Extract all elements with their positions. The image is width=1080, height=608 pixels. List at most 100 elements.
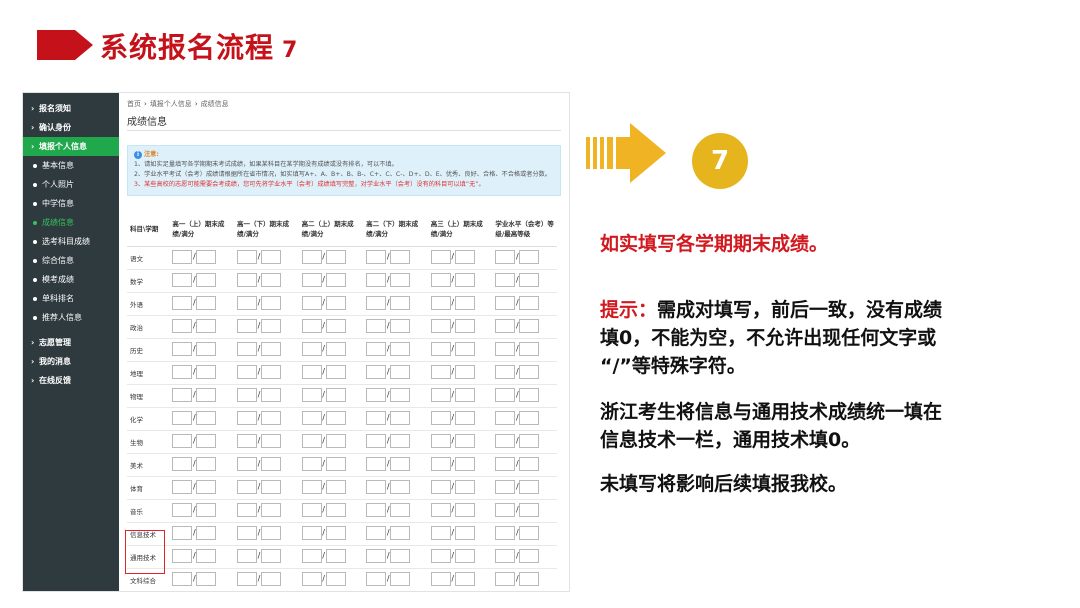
full-score-input[interactable] bbox=[325, 341, 346, 356]
score-input[interactable] bbox=[172, 364, 193, 379]
score-input[interactable] bbox=[495, 525, 516, 540]
full-score-input[interactable] bbox=[454, 479, 475, 494]
full-score-input[interactable] bbox=[196, 456, 217, 471]
full-score-input[interactable] bbox=[325, 272, 346, 287]
score-input[interactable] bbox=[301, 387, 322, 402]
full-score-input[interactable] bbox=[390, 502, 411, 517]
full-score-input[interactable] bbox=[325, 571, 346, 586]
full-score-input[interactable] bbox=[260, 456, 281, 471]
full-score-input[interactable] bbox=[260, 272, 281, 287]
sidebar-item[interactable]: 推荐人信息 bbox=[23, 308, 119, 327]
full-score-input[interactable] bbox=[390, 410, 411, 425]
full-score-input[interactable] bbox=[454, 456, 475, 471]
score-input[interactable] bbox=[172, 410, 193, 425]
full-score-input[interactable] bbox=[390, 364, 411, 379]
full-score-input[interactable] bbox=[325, 456, 346, 471]
score-input[interactable] bbox=[172, 479, 193, 494]
full-score-input[interactable] bbox=[260, 249, 281, 264]
full-score-input[interactable] bbox=[325, 410, 346, 425]
score-input[interactable] bbox=[172, 433, 193, 448]
score-input[interactable] bbox=[366, 525, 387, 540]
full-score-input[interactable] bbox=[260, 387, 281, 402]
full-score-input[interactable] bbox=[519, 502, 540, 517]
full-score-input[interactable] bbox=[390, 387, 411, 402]
full-score-input[interactable] bbox=[519, 341, 540, 356]
full-score-input[interactable] bbox=[196, 525, 217, 540]
score-input[interactable] bbox=[366, 295, 387, 310]
score-input[interactable] bbox=[495, 502, 516, 517]
full-score-input[interactable] bbox=[454, 364, 475, 379]
sidebar-item[interactable]: 选考科目成绩 bbox=[23, 232, 119, 251]
full-score-input[interactable] bbox=[454, 295, 475, 310]
score-input[interactable] bbox=[301, 318, 322, 333]
score-input[interactable] bbox=[366, 249, 387, 264]
score-input[interactable] bbox=[430, 456, 451, 471]
full-score-input[interactable] bbox=[390, 525, 411, 540]
full-score-input[interactable] bbox=[325, 364, 346, 379]
full-score-input[interactable] bbox=[390, 341, 411, 356]
score-input[interactable] bbox=[430, 571, 451, 586]
score-input[interactable] bbox=[495, 341, 516, 356]
score-input[interactable] bbox=[236, 433, 257, 448]
full-score-input[interactable] bbox=[519, 410, 540, 425]
full-score-input[interactable] bbox=[325, 295, 346, 310]
score-input[interactable] bbox=[430, 410, 451, 425]
score-input[interactable] bbox=[236, 318, 257, 333]
score-input[interactable] bbox=[236, 525, 257, 540]
score-input[interactable] bbox=[301, 364, 322, 379]
score-input[interactable] bbox=[495, 295, 516, 310]
full-score-input[interactable] bbox=[454, 318, 475, 333]
full-score-input[interactable] bbox=[519, 249, 540, 264]
score-input[interactable] bbox=[172, 295, 193, 310]
full-score-input[interactable] bbox=[260, 479, 281, 494]
full-score-input[interactable] bbox=[196, 272, 217, 287]
sidebar-item[interactable]: 个人照片 bbox=[23, 175, 119, 194]
full-score-input[interactable] bbox=[519, 548, 540, 563]
full-score-input[interactable] bbox=[260, 364, 281, 379]
score-input[interactable] bbox=[172, 387, 193, 402]
full-score-input[interactable] bbox=[196, 571, 217, 586]
score-input[interactable] bbox=[301, 548, 322, 563]
full-score-input[interactable] bbox=[519, 295, 540, 310]
score-input[interactable] bbox=[495, 387, 516, 402]
full-score-input[interactable] bbox=[519, 525, 540, 540]
full-score-input[interactable] bbox=[260, 548, 281, 563]
score-input[interactable] bbox=[236, 341, 257, 356]
full-score-input[interactable] bbox=[196, 479, 217, 494]
score-input[interactable] bbox=[430, 387, 451, 402]
sidebar-item[interactable]: 中学信息 bbox=[23, 194, 119, 213]
full-score-input[interactable] bbox=[454, 410, 475, 425]
score-input[interactable] bbox=[366, 502, 387, 517]
full-score-input[interactable] bbox=[325, 387, 346, 402]
score-input[interactable] bbox=[172, 502, 193, 517]
full-score-input[interactable] bbox=[519, 318, 540, 333]
score-input[interactable] bbox=[301, 433, 322, 448]
score-input[interactable] bbox=[495, 272, 516, 287]
score-input[interactable] bbox=[366, 433, 387, 448]
score-input[interactable] bbox=[366, 364, 387, 379]
score-input[interactable] bbox=[172, 341, 193, 356]
score-input[interactable] bbox=[301, 525, 322, 540]
score-input[interactable] bbox=[236, 364, 257, 379]
score-input[interactable] bbox=[495, 571, 516, 586]
score-input[interactable] bbox=[236, 410, 257, 425]
full-score-input[interactable] bbox=[260, 341, 281, 356]
score-input[interactable] bbox=[430, 525, 451, 540]
score-input[interactable] bbox=[430, 272, 451, 287]
score-input[interactable] bbox=[236, 456, 257, 471]
score-input[interactable] bbox=[495, 479, 516, 494]
score-input[interactable] bbox=[366, 456, 387, 471]
full-score-input[interactable] bbox=[196, 249, 217, 264]
score-input[interactable] bbox=[366, 341, 387, 356]
score-input[interactable] bbox=[172, 249, 193, 264]
full-score-input[interactable] bbox=[260, 318, 281, 333]
score-input[interactable] bbox=[495, 548, 516, 563]
score-input[interactable] bbox=[430, 433, 451, 448]
sidebar-item[interactable]: 综合信息 bbox=[23, 251, 119, 270]
full-score-input[interactable] bbox=[196, 548, 217, 563]
score-input[interactable] bbox=[366, 479, 387, 494]
full-score-input[interactable] bbox=[390, 272, 411, 287]
full-score-input[interactable] bbox=[454, 433, 475, 448]
full-score-input[interactable] bbox=[260, 433, 281, 448]
sidebar-item[interactable]: › 确认身份 bbox=[23, 118, 119, 137]
